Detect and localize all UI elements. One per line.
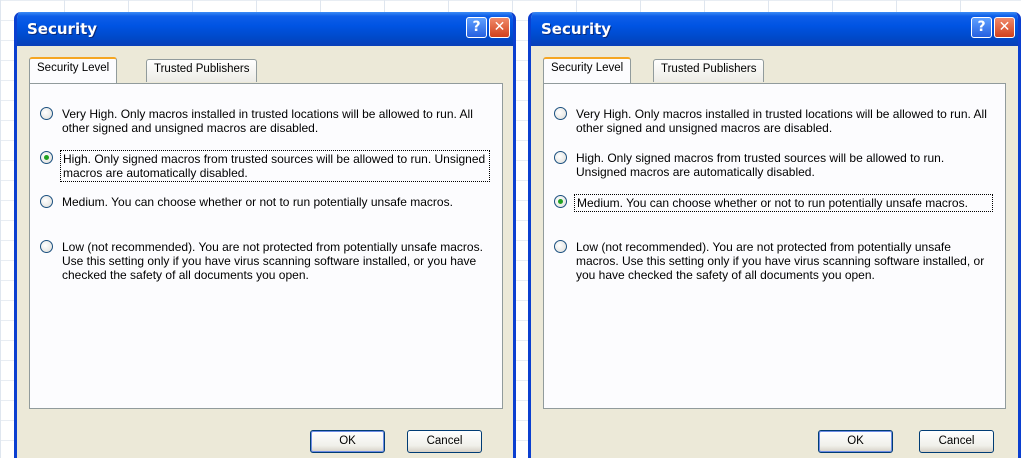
option-label: Very High. Only macros installed in trus… [62, 107, 473, 135]
help-icon[interactable]: ? [466, 17, 487, 38]
option-label: High. Only signed macros from trusted so… [576, 151, 945, 179]
option-label: Very High. Only macros installed in trus… [576, 107, 987, 135]
radio-medium[interactable] [40, 195, 53, 208]
tab-security-level[interactable]: Security Level [29, 57, 118, 83]
tab-trusted-publishers[interactable]: Trusted Publishers [146, 59, 258, 82]
security-dialog-high: Security ? ✕ Security Level Trusted Publ… [14, 12, 516, 458]
close-icon[interactable]: ✕ [994, 17, 1015, 38]
title-bar[interactable]: Security ? ✕ [531, 12, 1018, 46]
ok-button[interactable]: OK [818, 430, 893, 453]
radio-low[interactable] [554, 240, 567, 253]
radio-medium-selected[interactable] [554, 195, 567, 208]
radio-very-high[interactable] [554, 107, 567, 120]
security-level-panel: Very High. Only macros installed in trus… [29, 83, 503, 409]
option-label: Low (not recommended). You are not prote… [62, 240, 483, 282]
security-dialog-medium: Security ? ✕ Security Level Trusted Publ… [528, 12, 1021, 458]
tab-trusted-publishers[interactable]: Trusted Publishers [653, 59, 765, 82]
radio-high[interactable] [554, 151, 567, 164]
ok-button[interactable]: OK [310, 430, 385, 453]
help-icon[interactable]: ? [971, 17, 992, 38]
tab-security-level[interactable]: Security Level [543, 57, 632, 83]
cancel-button[interactable]: Cancel [919, 430, 994, 453]
security-level-panel: Very High. Only macros installed in trus… [543, 83, 1006, 409]
radio-very-high[interactable] [40, 107, 53, 120]
dialog-title: Security [27, 20, 98, 38]
radio-low[interactable] [40, 240, 53, 253]
title-bar[interactable]: Security ? ✕ [17, 12, 513, 46]
option-label: Medium. You can choose whether or not to… [62, 195, 453, 209]
option-label: High. Only signed macros from trusted so… [60, 150, 490, 182]
close-icon[interactable]: ✕ [489, 17, 510, 38]
radio-high-selected[interactable] [40, 151, 53, 164]
cancel-button[interactable]: Cancel [407, 430, 482, 453]
option-label: Medium. You can choose whether or not to… [574, 194, 993, 212]
dialog-title: Security [541, 20, 612, 38]
option-label: Low (not recommended). You are not prote… [576, 240, 985, 282]
